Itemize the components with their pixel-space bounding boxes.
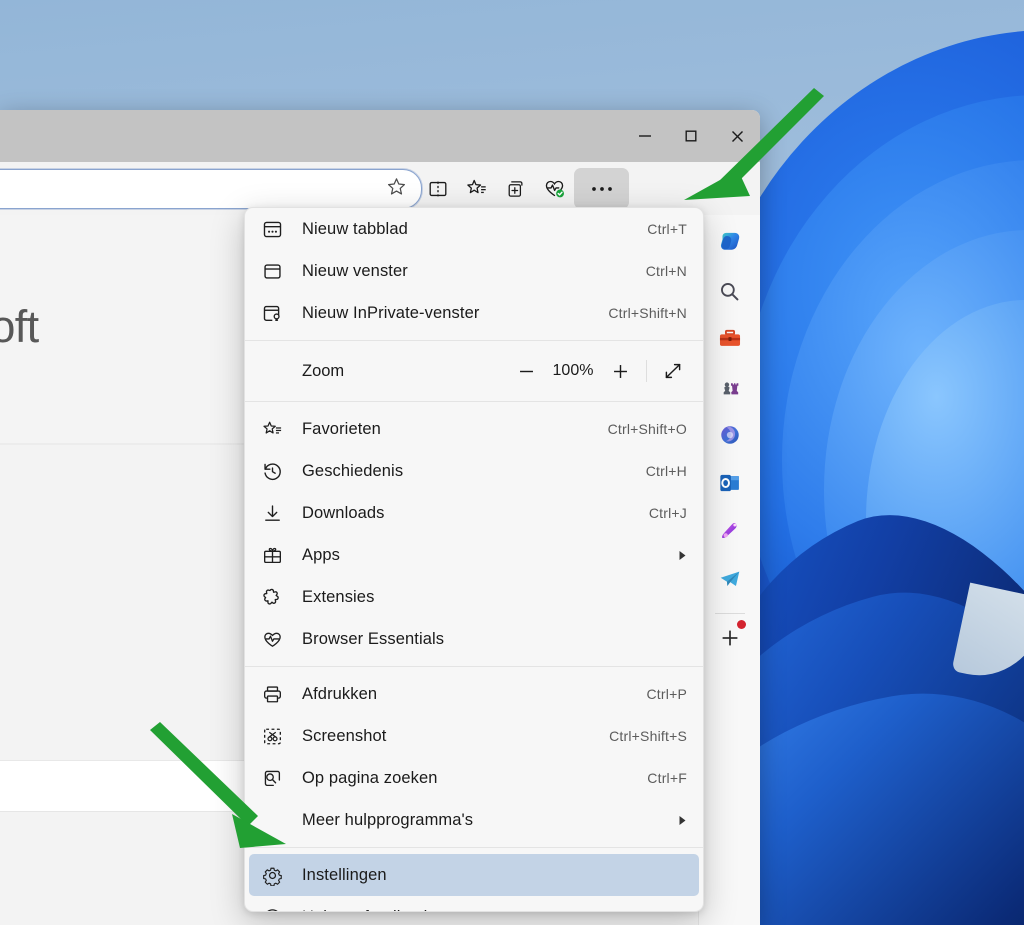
- tools-icon[interactable]: [710, 315, 750, 363]
- zoom-out-icon[interactable]: [506, 354, 546, 388]
- page-heading-fragment: osoft: [0, 301, 39, 352]
- browser-essentials-heart-icon: [262, 629, 302, 650]
- menu-item-shortcut: Ctrl+Shift+N: [608, 305, 687, 321]
- find-on-page-icon: [262, 768, 302, 789]
- menu-item-op-pagina-zoeken[interactable]: Op pagina zoeken Ctrl+F: [245, 757, 703, 799]
- split-screen-icon[interactable]: [418, 173, 457, 205]
- add-icon[interactable]: [710, 616, 750, 660]
- menu-item-label: Browser Essentials: [302, 629, 445, 648]
- apps-icon: [262, 545, 302, 566]
- menu-item-shortcut: Ctrl+Shift+O: [607, 421, 687, 437]
- notification-dot: [736, 620, 746, 629]
- telegram-icon[interactable]: [710, 555, 750, 603]
- downloads-icon: [262, 503, 302, 524]
- menu-item-meer-hulpprogrammas[interactable]: Meer hulpprogramma's: [245, 799, 703, 841]
- extensions-icon: [262, 587, 302, 608]
- chevron-right-icon: [671, 912, 687, 913]
- menu-item-browser-essentials[interactable]: Browser Essentials: [245, 618, 703, 660]
- chevron-right-icon: [671, 815, 687, 826]
- menu-separator: [245, 340, 703, 341]
- menu-item-shortcut: Ctrl+T: [647, 221, 687, 237]
- menu-separator: [245, 401, 703, 402]
- menu-item-label: Favorieten: [302, 419, 381, 438]
- menu-item-shortcut: Ctrl+H: [645, 463, 687, 479]
- menu-item-nieuw-tabblad[interactable]: Nieuw tabblad Ctrl+T: [245, 208, 703, 250]
- menu-item-label: Help en feedback: [302, 908, 671, 912]
- new-window-icon: [262, 261, 302, 282]
- menu-item-label: Screenshot: [302, 726, 387, 745]
- print-icon: [262, 684, 302, 705]
- zoom-in-icon[interactable]: [600, 354, 640, 388]
- zoom-value: 100%: [552, 362, 594, 379]
- zoom-label: Zoom: [302, 361, 345, 380]
- menu-item-shortcut: Ctrl+J: [648, 505, 687, 521]
- menu-item-afdrukken[interactable]: Afdrukken Ctrl+P: [245, 673, 703, 715]
- new-tab-icon: [262, 219, 302, 240]
- favorites-icon[interactable]: [457, 173, 496, 205]
- menu-item-shortcut: Ctrl+P: [646, 686, 687, 702]
- help-icon: [262, 907, 302, 911]
- menu-separator: [245, 666, 703, 667]
- favorite-star-icon[interactable]: [386, 176, 407, 202]
- history-icon: [262, 461, 302, 482]
- menu-item-shortcut: Ctrl+Shift+S: [609, 728, 687, 744]
- menu-item-label: Meer hulpprogramma's: [302, 810, 474, 829]
- menu-item-label: Nieuw venster: [302, 261, 408, 280]
- gear-icon: [262, 865, 302, 886]
- designer-icon[interactable]: [710, 507, 750, 555]
- menu-item-nieuw-venster[interactable]: Nieuw venster Ctrl+N: [245, 250, 703, 292]
- menu-item-help-en-feedback[interactable]: Help en feedback: [245, 896, 703, 913]
- address-bar[interactable]: [0, 169, 422, 209]
- menu-item-label: Afdrukken: [302, 684, 378, 703]
- menu-item-label: Nieuw tabblad: [302, 219, 408, 238]
- menu-item-label: Instellingen: [302, 865, 387, 884]
- games-icon[interactable]: [710, 363, 750, 411]
- menu-zoom-row: Zoom 100%: [245, 347, 703, 395]
- outlook-icon[interactable]: [710, 459, 750, 507]
- zoom-divider: [646, 360, 647, 382]
- search-icon[interactable]: [710, 267, 750, 315]
- favorites-star-icon: [262, 419, 302, 440]
- fullscreen-icon[interactable]: [653, 354, 693, 388]
- menu-item-shortcut: Ctrl+N: [645, 263, 687, 279]
- menu-item-extensies[interactable]: Extensies: [245, 576, 703, 618]
- title-bar: [0, 110, 760, 162]
- menu-item-shortcut: Ctrl+F: [647, 770, 687, 786]
- edge-sidebar: [698, 215, 760, 925]
- menu-item-label: Downloads: [302, 503, 385, 522]
- maximize-button[interactable]: [668, 110, 714, 162]
- settings-and-more-menu: Nieuw tabblad Ctrl+T Nieuw venster Ctrl+…: [244, 207, 704, 912]
- menu-separator: [245, 847, 703, 848]
- menu-item-apps[interactable]: Apps: [245, 534, 703, 576]
- collections-icon[interactable]: [496, 173, 535, 205]
- window-controls: [622, 110, 760, 162]
- sidebar-divider: [714, 613, 745, 614]
- menu-item-label: Geschiedenis: [302, 461, 404, 480]
- menu-item-label: Apps: [302, 545, 341, 564]
- menu-item-favorieten[interactable]: Favorieten Ctrl+Shift+O: [245, 408, 703, 450]
- minimize-button[interactable]: [622, 110, 668, 162]
- chevron-right-icon: [671, 550, 687, 561]
- microsoft-365-icon[interactable]: [710, 411, 750, 459]
- inprivate-icon: [262, 303, 302, 324]
- menu-item-geschiedenis[interactable]: Geschiedenis Ctrl+H: [245, 450, 703, 492]
- menu-item-instellingen[interactable]: Instellingen: [249, 854, 699, 896]
- menu-item-nieuw-inprivate-venster[interactable]: Nieuw InPrivate-venster Ctrl+Shift+N: [245, 292, 703, 334]
- menu-item-label: Op pagina zoeken: [302, 768, 438, 787]
- close-button[interactable]: [714, 110, 760, 162]
- copilot-icon[interactable]: [710, 219, 750, 267]
- menu-item-screenshot[interactable]: Screenshot Ctrl+Shift+S: [245, 715, 703, 757]
- menu-item-label: Extensies: [302, 587, 375, 606]
- screenshot-icon: [262, 726, 302, 747]
- menu-item-label: Nieuw InPrivate-venster: [302, 303, 480, 322]
- menu-item-downloads[interactable]: Downloads Ctrl+J: [245, 492, 703, 534]
- settings-and-more-icon[interactable]: [574, 168, 629, 209]
- browser-essentials-icon[interactable]: [535, 173, 574, 205]
